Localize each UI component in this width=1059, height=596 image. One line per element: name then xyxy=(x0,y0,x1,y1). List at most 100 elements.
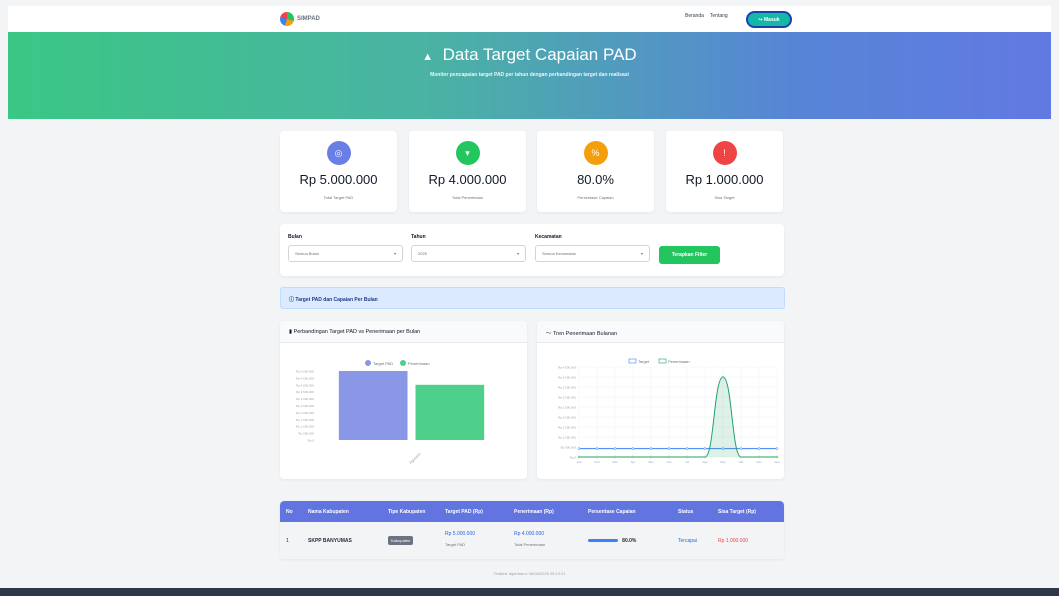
filter-year: Tahun 2025 ▾ xyxy=(411,234,526,262)
filter-district: Kecamatan Semua Kecamatan ▾ xyxy=(535,234,650,262)
table-row[interactable]: 1 SKPP BANYUMAS Kabupaten Rp 5.000.000 T… xyxy=(280,522,784,559)
stat-value: Rp 4.000.000 xyxy=(428,172,507,187)
stat-label: Total Target PAD xyxy=(323,195,354,200)
month-select[interactable]: Semua Bulan ▾ xyxy=(288,245,403,262)
data-point xyxy=(721,375,725,379)
y-tick-label: Rp 500.000 xyxy=(560,446,576,450)
chevron-down-icon: ▾ xyxy=(640,251,643,256)
stat-card-remaining: ! Rp 1.000.000 Sisa Target xyxy=(666,131,783,212)
bar-chart-title: Perbandingan Target PAD vs Penerimaan pe… xyxy=(293,329,421,335)
stat-value: Rp 5.000.000 xyxy=(299,172,378,187)
data-point xyxy=(595,447,599,450)
cell-target: Rp 5.000.000 xyxy=(445,531,476,537)
y-tick-label: Rp 1.500.000 xyxy=(558,426,576,430)
stat-card-target: ◎ Rp 5.000.000 Total Target PAD xyxy=(280,131,397,212)
select-value: Semua Kecamatan xyxy=(542,251,577,256)
progress-bar xyxy=(588,538,618,542)
data-point xyxy=(703,455,707,459)
district-select[interactable]: Semua Kecamatan ▾ xyxy=(535,245,650,262)
x-tick-label: Sep xyxy=(720,460,726,464)
data-point xyxy=(649,447,653,450)
y-tick-label: Rp 4.000.000 xyxy=(296,383,314,387)
x-tick-label: Feb xyxy=(594,460,600,464)
cell-name: SKPP BANYUMAS xyxy=(308,537,352,544)
stat-value: 80.0% xyxy=(577,172,614,187)
bullseye-icon: ◎ xyxy=(326,141,351,165)
legend-label: Target PAD xyxy=(373,361,393,366)
filter-label: Kecamatan xyxy=(535,234,562,240)
filter-month: Bulan Semua Bulan ▾ xyxy=(288,234,403,262)
bar-chart-header: ▮ Perbandingan Target PAD vs Penerimaan … xyxy=(280,321,527,343)
y-tick-label: Rp 2.500.000 xyxy=(296,404,314,408)
nav-link-home[interactable]: Beranda xyxy=(685,13,704,19)
info-bar: ⓘ Target PAD dan Capaian Per Bulan xyxy=(280,287,785,309)
apply-filter-button[interactable]: Terapkan Filter xyxy=(659,246,720,264)
bar-chart-card: ▮ Perbandingan Target PAD vs Penerimaan … xyxy=(280,321,527,479)
select-value: Semua Bulan xyxy=(295,251,320,256)
data-point xyxy=(577,455,581,459)
x-tick-label: Agustus xyxy=(408,451,422,465)
legend-swatch xyxy=(400,360,406,366)
table-header: No Nama Kabupaten Tipe Kabupaten Target … xyxy=(280,501,784,522)
col-header: Nama Kabupaten xyxy=(308,508,349,515)
legend-label: Penerimaan xyxy=(668,359,690,364)
data-point xyxy=(577,447,581,450)
login-button[interactable]: ↪ Masuk xyxy=(746,11,792,28)
chevron-down-icon: ▾ xyxy=(516,251,519,256)
data-point xyxy=(667,447,671,450)
legend-swatch xyxy=(628,358,637,364)
app-logo[interactable]: SIMPAD xyxy=(280,10,330,28)
col-header: Status xyxy=(678,508,694,515)
y-tick-label: Rp 1.000.000 xyxy=(296,425,314,429)
page-title: ▲ Data Target Capaian PAD xyxy=(8,45,1051,65)
bar-chart: Target PAD Penerimaan Rp 0 Rp 500.000 Rp 1.0… xyxy=(296,360,485,465)
type-badge: Kabupaten xyxy=(388,536,414,545)
stat-label: Persentase Capaian xyxy=(577,195,614,200)
legend-swatch xyxy=(658,358,667,364)
y-tick-label: Rp 3.500.000 xyxy=(558,386,576,390)
x-tick-label: Agu xyxy=(702,460,708,464)
percent-text: 80.0% xyxy=(622,537,637,544)
chart-icon: ▲ xyxy=(422,51,434,63)
y-tick-label: Rp 0 xyxy=(308,439,315,443)
x-tick-label: Jul xyxy=(685,460,689,464)
logo-mark-icon xyxy=(280,12,294,26)
stat-card-percent: % 80.0% Persentase Capaian xyxy=(537,131,654,212)
x-tick-label: Des xyxy=(774,460,780,464)
hero-banner: ▲ Data Target Capaian PAD Monitor pencap… xyxy=(8,32,1051,119)
x-tick-label: Apr xyxy=(631,460,636,464)
y-tick-label: Rp 500.000 xyxy=(298,432,314,436)
data-point xyxy=(739,455,743,459)
status-badge: Tercapai xyxy=(678,537,697,544)
x-tick-label: Mei xyxy=(649,460,654,464)
data-point xyxy=(775,447,779,450)
y-tick-label: Rp 1.000.000 xyxy=(558,436,576,440)
filter-label: Bulan xyxy=(288,234,302,240)
login-label: Masuk xyxy=(764,16,780,23)
line-chart-title: Tren Penerimaan Bulanan xyxy=(553,331,618,337)
cell-received: Rp 4.000.000 xyxy=(514,531,545,537)
bar-target-pad xyxy=(338,371,408,440)
nav-link-about[interactable]: Tentang xyxy=(710,13,728,19)
col-header: No xyxy=(286,508,293,515)
data-point xyxy=(685,455,689,459)
x-tick-label: Jun xyxy=(667,460,672,464)
y-tick-label: Rp 2.000.000 xyxy=(558,416,576,420)
col-header: Persentase Capaian xyxy=(588,508,636,515)
nav-links: Beranda Tentang xyxy=(685,13,728,19)
x-tick-label: Nov xyxy=(756,460,762,464)
stat-label: Sisa Target xyxy=(714,195,735,200)
y-tick-label: Rp 3.000.000 xyxy=(558,396,576,400)
x-tick-label: Okt xyxy=(739,460,744,464)
filter-label: Tahun xyxy=(411,234,426,240)
logo-text: SIMPAD xyxy=(297,16,320,22)
year-select[interactable]: 2025 ▾ xyxy=(411,245,526,262)
data-point xyxy=(667,455,671,459)
y-tick-label: Rp 3.500.000 xyxy=(296,390,314,394)
col-header: Target PAD (Rp) xyxy=(445,508,483,515)
legend-label: Target xyxy=(638,359,650,364)
last-updated: Terakhir diperbarui: 08/08/2025 09:13:21 xyxy=(493,571,566,576)
y-tick-label: Rp 5.000.000 xyxy=(296,370,314,374)
chevron-down-icon: ▾ xyxy=(393,251,396,256)
legend-label: Penerimaan xyxy=(408,361,430,366)
